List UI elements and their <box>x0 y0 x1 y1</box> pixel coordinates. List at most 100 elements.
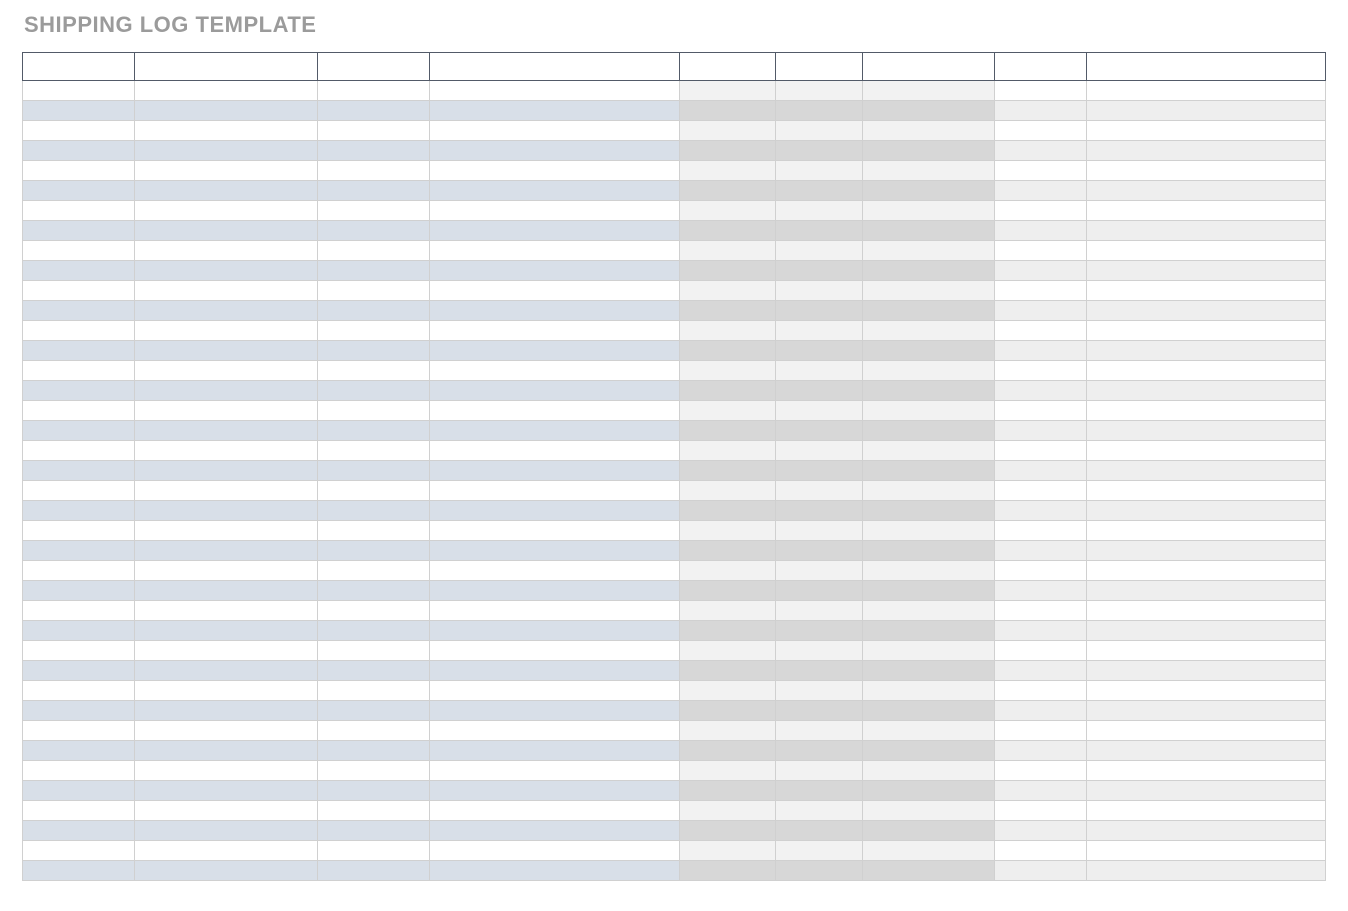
cell[interactable] <box>23 441 135 461</box>
cell[interactable] <box>318 721 430 741</box>
cell[interactable] <box>318 581 430 601</box>
cell[interactable] <box>134 841 317 861</box>
cell[interactable] <box>1086 861 1325 881</box>
cell[interactable] <box>862 341 994 361</box>
cell[interactable] <box>318 261 430 281</box>
cell[interactable] <box>430 141 679 161</box>
cell[interactable] <box>776 241 863 261</box>
cell[interactable] <box>134 781 317 801</box>
cell[interactable] <box>23 321 135 341</box>
cell[interactable] <box>862 741 994 761</box>
cell[interactable] <box>995 601 1087 621</box>
cell[interactable] <box>1086 241 1325 261</box>
cell[interactable] <box>776 221 863 241</box>
cell[interactable] <box>679 581 776 601</box>
cell[interactable] <box>679 461 776 481</box>
cell[interactable] <box>430 541 679 561</box>
cell[interactable] <box>134 481 317 501</box>
cell[interactable] <box>1086 341 1325 361</box>
cell[interactable] <box>679 721 776 741</box>
cell[interactable] <box>1086 161 1325 181</box>
cell[interactable] <box>23 861 135 881</box>
cell[interactable] <box>318 441 430 461</box>
cell[interactable] <box>134 441 317 461</box>
cell[interactable] <box>776 321 863 341</box>
cell[interactable] <box>679 321 776 341</box>
cell[interactable] <box>995 421 1087 441</box>
cell[interactable] <box>679 481 776 501</box>
cell[interactable] <box>23 581 135 601</box>
cell[interactable] <box>318 861 430 881</box>
cell[interactable] <box>679 761 776 781</box>
cell[interactable] <box>679 121 776 141</box>
cell[interactable] <box>23 261 135 281</box>
cell[interactable] <box>23 601 135 621</box>
cell[interactable] <box>430 841 679 861</box>
cell[interactable] <box>1086 821 1325 841</box>
cell[interactable] <box>134 121 317 141</box>
cell[interactable] <box>862 501 994 521</box>
cell[interactable] <box>23 181 135 201</box>
cell[interactable] <box>134 521 317 541</box>
cell[interactable] <box>995 501 1087 521</box>
cell[interactable] <box>776 761 863 781</box>
cell[interactable] <box>318 281 430 301</box>
cell[interactable] <box>23 561 135 581</box>
cell[interactable] <box>134 341 317 361</box>
cell[interactable] <box>776 841 863 861</box>
cell[interactable] <box>318 121 430 141</box>
cell[interactable] <box>318 541 430 561</box>
cell[interactable] <box>679 241 776 261</box>
cell[interactable] <box>1086 141 1325 161</box>
cell[interactable] <box>995 341 1087 361</box>
cell[interactable] <box>995 861 1087 881</box>
cell[interactable] <box>862 361 994 381</box>
cell[interactable] <box>318 101 430 121</box>
cell[interactable] <box>862 541 994 561</box>
cell[interactable] <box>862 561 994 581</box>
cell[interactable] <box>679 821 776 841</box>
cell[interactable] <box>862 601 994 621</box>
cell[interactable] <box>134 681 317 701</box>
cell[interactable] <box>679 101 776 121</box>
cell[interactable] <box>862 81 994 101</box>
cell[interactable] <box>776 341 863 361</box>
cell[interactable] <box>1086 201 1325 221</box>
cell[interactable] <box>776 481 863 501</box>
cell[interactable] <box>134 461 317 481</box>
cell[interactable] <box>430 501 679 521</box>
cell[interactable] <box>995 401 1087 421</box>
cell[interactable] <box>318 601 430 621</box>
cell[interactable] <box>318 841 430 861</box>
cell[interactable] <box>430 221 679 241</box>
cell[interactable] <box>995 161 1087 181</box>
cell[interactable] <box>1086 541 1325 561</box>
cell[interactable] <box>23 461 135 481</box>
cell[interactable] <box>318 161 430 181</box>
cell[interactable] <box>134 361 317 381</box>
cell[interactable] <box>318 741 430 761</box>
cell[interactable] <box>995 221 1087 241</box>
cell[interactable] <box>318 81 430 101</box>
cell[interactable] <box>430 741 679 761</box>
cell[interactable] <box>776 141 863 161</box>
cell[interactable] <box>134 301 317 321</box>
cell[interactable] <box>23 641 135 661</box>
cell[interactable] <box>776 741 863 761</box>
cell[interactable] <box>862 201 994 221</box>
cell[interactable] <box>679 561 776 581</box>
cell[interactable] <box>430 421 679 441</box>
cell[interactable] <box>430 661 679 681</box>
cell[interactable] <box>995 101 1087 121</box>
cell[interactable] <box>23 361 135 381</box>
cell[interactable] <box>776 301 863 321</box>
cell[interactable] <box>134 641 317 661</box>
cell[interactable] <box>134 541 317 561</box>
cell[interactable] <box>776 581 863 601</box>
cell[interactable] <box>776 401 863 421</box>
cell[interactable] <box>679 141 776 161</box>
cell[interactable] <box>776 521 863 541</box>
cell[interactable] <box>134 741 317 761</box>
cell[interactable] <box>23 241 135 261</box>
cell[interactable] <box>134 601 317 621</box>
